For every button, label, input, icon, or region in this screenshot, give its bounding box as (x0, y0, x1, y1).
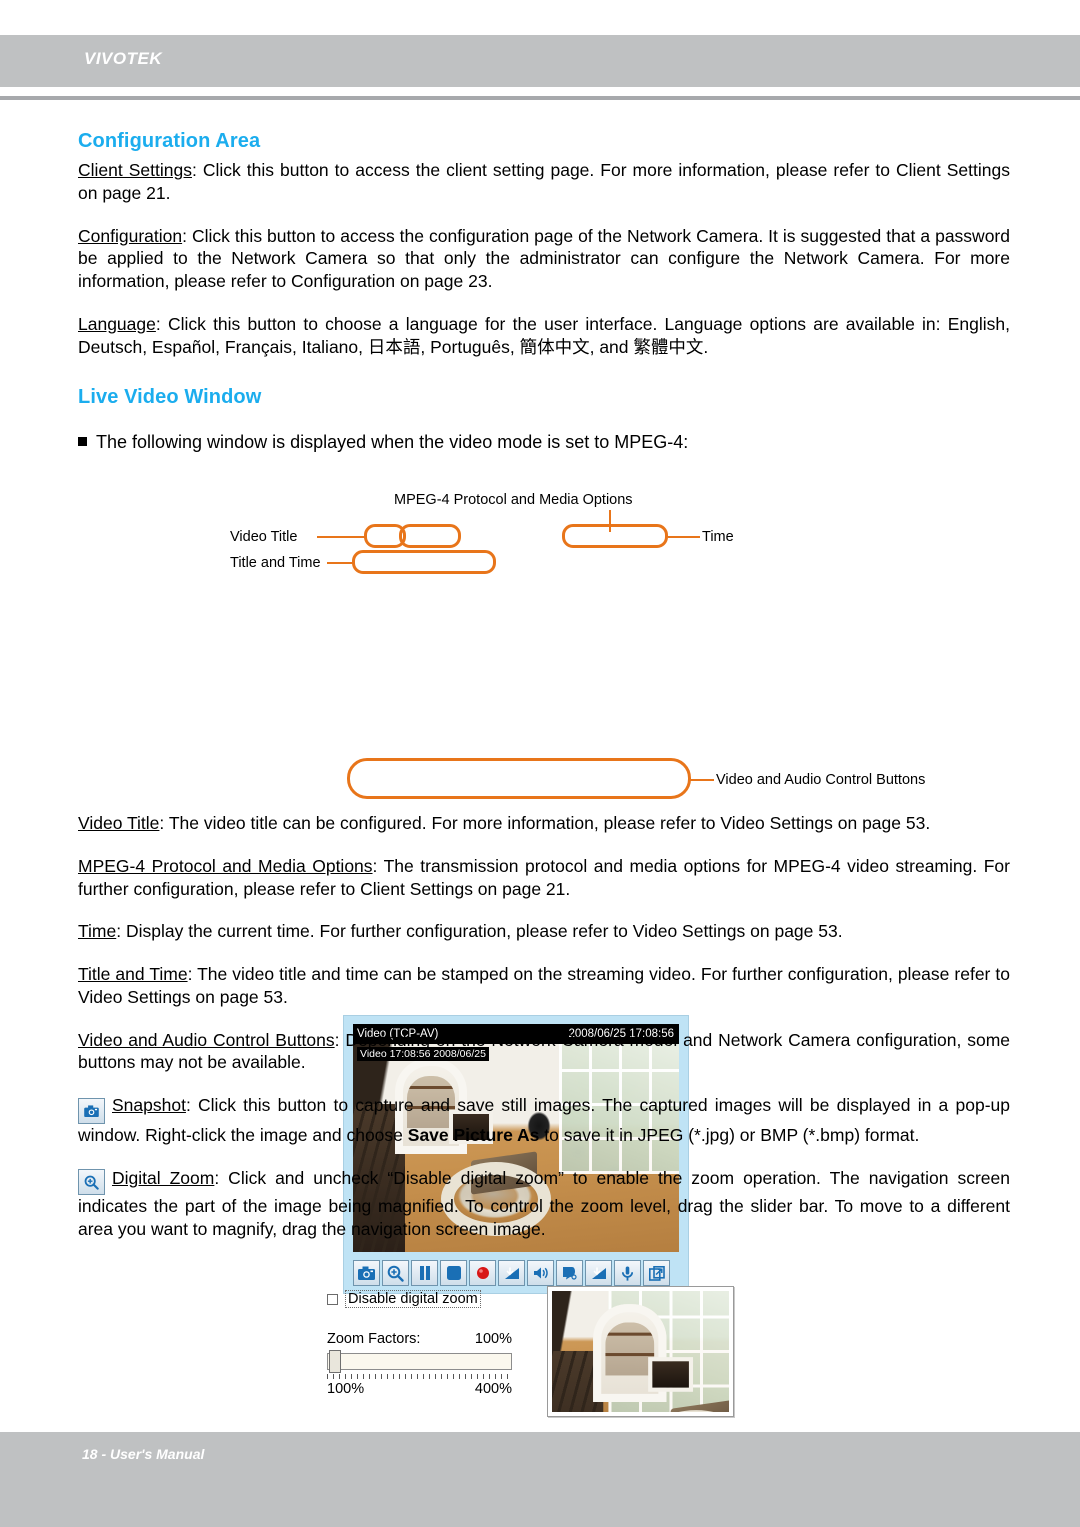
callout-controls-label: Video and Audio Control Buttons (716, 772, 926, 788)
page-footer: 18 - User's Manual (0, 1432, 1080, 1527)
square-bullet-icon (78, 437, 87, 447)
body-configuration: : Click this button to access the config… (78, 225, 1010, 292)
page-header: VIVOTEK (0, 35, 1080, 87)
highlight-protocol (399, 524, 461, 548)
term-control-buttons: Video and Audio Control Buttons (78, 1029, 335, 1050)
footer-page-label: 18 - User's Manual (82, 1446, 205, 1462)
zoom-slider-track[interactable] (327, 1353, 512, 1370)
mic-level-button[interactable] (585, 1260, 612, 1286)
term-mpeg4-protocol: MPEG-4 Protocol and Media Options (78, 855, 373, 876)
stop-button[interactable] (440, 1260, 467, 1286)
brand-logo: VIVOTEK (84, 49, 163, 68)
callout-leader-time (668, 536, 700, 538)
navigation-screen-image (552, 1291, 729, 1412)
paragraph-snapshot: Snapshot: Click this button to capture a… (78, 1094, 1010, 1147)
paragraph-video-title: Video Title: The video title can be conf… (78, 812, 1010, 835)
talk-button[interactable] (556, 1260, 583, 1286)
zoom-slider-max-label: 400% (474, 1381, 512, 1397)
nav-fireplace-detail (648, 1357, 694, 1392)
fullscreen-icon (648, 1265, 665, 1281)
paragraph-control-buttons: Video and Audio Control Buttons: Dependi… (78, 1029, 1010, 1075)
content-lower: Video Title: The video title can be conf… (78, 812, 1010, 1241)
callout-leader-video-title (317, 536, 365, 538)
speaker-button[interactable] (527, 1260, 554, 1286)
term-video-title: Video Title (78, 813, 160, 833)
body-language: : Click this button to choose a language… (78, 313, 1010, 357)
disable-digital-zoom-row[interactable]: Disable digital zoom (327, 1290, 481, 1308)
body-snapshot-2: to save it in JPEG (*.jpg) or BMP (*.bmp… (539, 1125, 920, 1145)
term-snapshot: Snapshot (112, 1095, 186, 1115)
body-title-and-time: : The video title and time can be stampe… (78, 964, 1010, 1007)
highlight-control-buttons (347, 758, 691, 799)
callout-leader-title-and-time (327, 562, 353, 564)
speaker-icon (533, 1266, 549, 1280)
paragraph-digital-zoom: Digital Zoom: Click and uncheck “Disable… (78, 1167, 1010, 1241)
navigation-screen[interactable] (547, 1286, 734, 1417)
highlight-title-and-time (352, 550, 496, 574)
zoom-slider-thumb[interactable] (329, 1350, 341, 1373)
callout-title-and-time-label: Title and Time (230, 555, 321, 571)
digital-zoom-icon-inline (78, 1169, 105, 1196)
microphone-button[interactable] (614, 1260, 641, 1286)
term-digital-zoom: Digital Zoom (112, 1167, 215, 1188)
snapshot-icon-inline (78, 1098, 105, 1124)
term-client-settings: Client Settings (78, 160, 192, 180)
bullet-text: The following window is displayed when t… (96, 432, 689, 453)
callout-leader-controls (690, 779, 714, 781)
zoom-slider-min-label: 100% (327, 1381, 365, 1397)
paragraph-title-and-time: Title and Time: The video title and time… (78, 963, 1010, 1009)
body-time: : Display the current time. For further … (116, 921, 843, 942)
header-gap (0, 87, 1080, 96)
paragraph-client-settings: Client Settings: Click this button to ac… (78, 159, 1010, 205)
callout-video-title-label: Video Title (230, 529, 298, 545)
zoom-factors-row: Zoom Factors: 100% (327, 1331, 512, 1347)
microphone-icon (621, 1266, 634, 1281)
header-rule (0, 96, 1080, 100)
snapshot-button[interactable] (353, 1260, 380, 1286)
emphasis-save-picture-as: Save Picture As (407, 1125, 540, 1145)
fullscreen-button[interactable] (643, 1260, 670, 1286)
term-time: Time (78, 921, 117, 942)
mic-level-icon (591, 1266, 607, 1280)
body-video-title: : The video title can be configured. For… (159, 813, 931, 833)
body-digital-zoom: : Click and uncheck “Disable digital zoo… (78, 1167, 1010, 1239)
section-heading-live-video-window: Live Video Window (78, 386, 262, 409)
page-content: Configuration Area Client Settings: Clic… (78, 130, 1010, 455)
zoom-slider-range-labels: 100% 400% (327, 1381, 512, 1397)
pause-icon (419, 1266, 431, 1280)
callout-mpeg4-protocol-label: MPEG-4 Protocol and Media Options (394, 492, 633, 508)
talk-icon (562, 1266, 577, 1280)
figure-live-video-window: MPEG-4 Protocol and Media Options Video … (0, 492, 1080, 1294)
paragraph-mpeg4-protocol: MPEG-4 Protocol and Media Options: The t… (78, 855, 1010, 901)
volume-down-button[interactable] (498, 1260, 525, 1286)
term-configuration: Configuration (78, 225, 183, 246)
paragraph-time: Time: Display the current time. For furt… (78, 920, 1010, 943)
digital-zoom-icon (387, 1265, 404, 1282)
record-button[interactable] (469, 1260, 496, 1286)
zoom-factors-value: 100% (474, 1331, 512, 1347)
stop-icon (446, 1266, 461, 1280)
bullet-live-video-window: The following window is displayed when t… (78, 431, 1010, 454)
paragraph-configuration: Configuration: Click this button to acce… (78, 225, 1010, 293)
term-title-and-time: Title and Time (78, 964, 188, 984)
zoom-slider-ticks (327, 1374, 512, 1379)
pause-button[interactable] (411, 1260, 438, 1286)
body-client-settings: : Click this button to access the client… (78, 160, 1010, 203)
term-language: Language (78, 313, 156, 334)
video-overlay-stamp: Video 17:08:56 2008/06/25 (357, 1047, 489, 1061)
record-icon (476, 1266, 490, 1280)
section-heading-configuration-area: Configuration Area (78, 130, 261, 152)
video-audio-control-buttons[interactable] (353, 1259, 679, 1287)
disable-digital-zoom-checkbox[interactable] (327, 1293, 338, 1305)
volume-down-icon (504, 1266, 520, 1280)
callout-time-label: Time (702, 529, 734, 545)
highlight-time (562, 524, 668, 548)
digital-zoom-button[interactable] (382, 1260, 409, 1286)
snapshot-icon (358, 1266, 375, 1280)
zoom-factors-label: Zoom Factors: (327, 1331, 421, 1347)
paragraph-language: Language: Click this button to choose a … (78, 313, 1010, 359)
disable-digital-zoom-label: Disable digital zoom (345, 1290, 481, 1308)
figure-digital-zoom-dialog: Disable digital zoom Zoom Factors: 100% … (0, 1286, 1080, 1426)
